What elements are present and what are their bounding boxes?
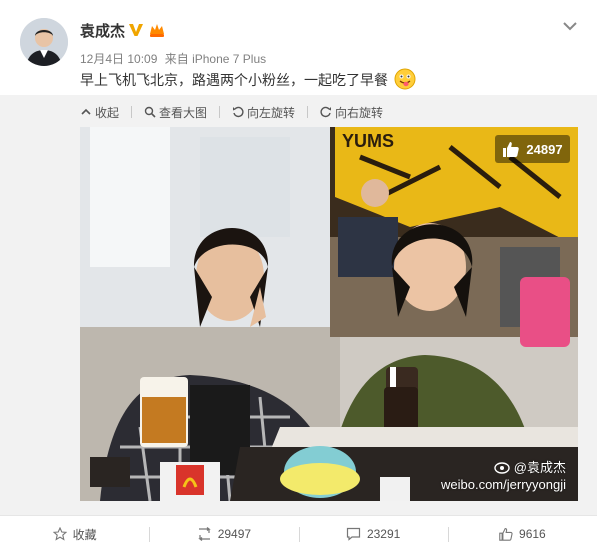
like-count: 9616 bbox=[519, 527, 546, 541]
photo-watermark: @袁成杰 weibo.com/jerryyongji bbox=[441, 459, 566, 493]
post-meta: 12月4日 10:09 来自 iPhone 7 Plus bbox=[80, 50, 270, 67]
toolbar-divider bbox=[307, 106, 309, 118]
view-large-button[interactable]: 查看大图 bbox=[144, 104, 207, 121]
rotate-left-button[interactable]: 向左旋转 bbox=[232, 104, 295, 121]
like-icon bbox=[499, 528, 513, 541]
photo-like-count: 24897 bbox=[526, 141, 563, 157]
sign-yums-text: YUMS bbox=[342, 131, 394, 151]
collapse-label: 收起 bbox=[95, 105, 120, 120]
watermark-name: @袁成杰 bbox=[513, 460, 566, 475]
collapse-button[interactable]: 收起 bbox=[80, 104, 119, 121]
vip-badge-icon[interactable] bbox=[148, 21, 166, 39]
rotate-left-icon bbox=[233, 106, 244, 118]
post-photo[interactable]: YUMS 24897 @袁成杰 weibo.com/jerryyongji bbox=[80, 127, 578, 501]
media-panel: 收起 查看大图 向左旋转 向右旋转 YUMS 24897 @袁成杰 weibo.… bbox=[0, 95, 597, 515]
magnifier-icon bbox=[144, 106, 156, 118]
comment-icon bbox=[346, 527, 361, 541]
rotate-right-button[interactable]: 向右旋转 bbox=[320, 104, 383, 121]
chevron-down-icon[interactable] bbox=[562, 20, 578, 32]
repost-icon bbox=[197, 527, 211, 541]
repost-count: 29497 bbox=[217, 527, 252, 541]
rotate-left-label: 向左旋转 bbox=[247, 105, 296, 120]
post-text: 早上飞机飞北京，路遇两个小粉丝，一起吃了早餐 bbox=[80, 72, 388, 88]
weibo-eye-icon bbox=[494, 461, 510, 474]
post-header: 袁成杰 12月4日 10:09 来自 iPhone 7 Plus 早上飞机飞北京… bbox=[0, 0, 597, 95]
post-timestamp[interactable]: 12月4日 10:09 bbox=[80, 52, 157, 66]
collapse-icon bbox=[81, 108, 91, 115]
photo-like-badge[interactable]: 24897 bbox=[495, 135, 570, 163]
toolbar-divider bbox=[131, 106, 133, 118]
thumbs-up-icon bbox=[503, 142, 520, 157]
like-button[interactable]: 9616 bbox=[447, 516, 597, 552]
post-source: 来自 iPhone 7 Plus bbox=[164, 52, 267, 66]
toolbar-divider bbox=[219, 106, 221, 118]
tongue-out-emoji-icon bbox=[394, 68, 416, 90]
comment-button[interactable]: 23291 bbox=[298, 516, 448, 552]
comment-count: 23291 bbox=[366, 527, 401, 541]
action-bar: 收藏 29497 23291 9616 bbox=[0, 515, 597, 552]
rotate-right-label: 向右旋转 bbox=[335, 105, 384, 120]
author-name[interactable]: 袁成杰 bbox=[80, 20, 125, 41]
watermark-name-row: @袁成杰 bbox=[441, 459, 566, 476]
post-body: 早上飞机飞北京，路遇两个小粉丝，一起吃了早餐 bbox=[80, 68, 416, 90]
author-avatar[interactable] bbox=[20, 18, 68, 66]
rotate-right-icon bbox=[320, 106, 332, 118]
repost-button[interactable]: 29497 bbox=[149, 516, 298, 552]
star-icon bbox=[52, 527, 67, 541]
watermark-url: weibo.com/jerryyongji bbox=[441, 477, 566, 492]
media-toolbar: 收起 查看大图 向左旋转 向右旋转 bbox=[80, 101, 395, 123]
favorite-label: 收藏 bbox=[72, 527, 97, 542]
view-large-label: 查看大图 bbox=[159, 105, 208, 120]
favorite-button[interactable]: 收藏 bbox=[0, 516, 149, 552]
verified-v-icon bbox=[129, 24, 143, 36]
